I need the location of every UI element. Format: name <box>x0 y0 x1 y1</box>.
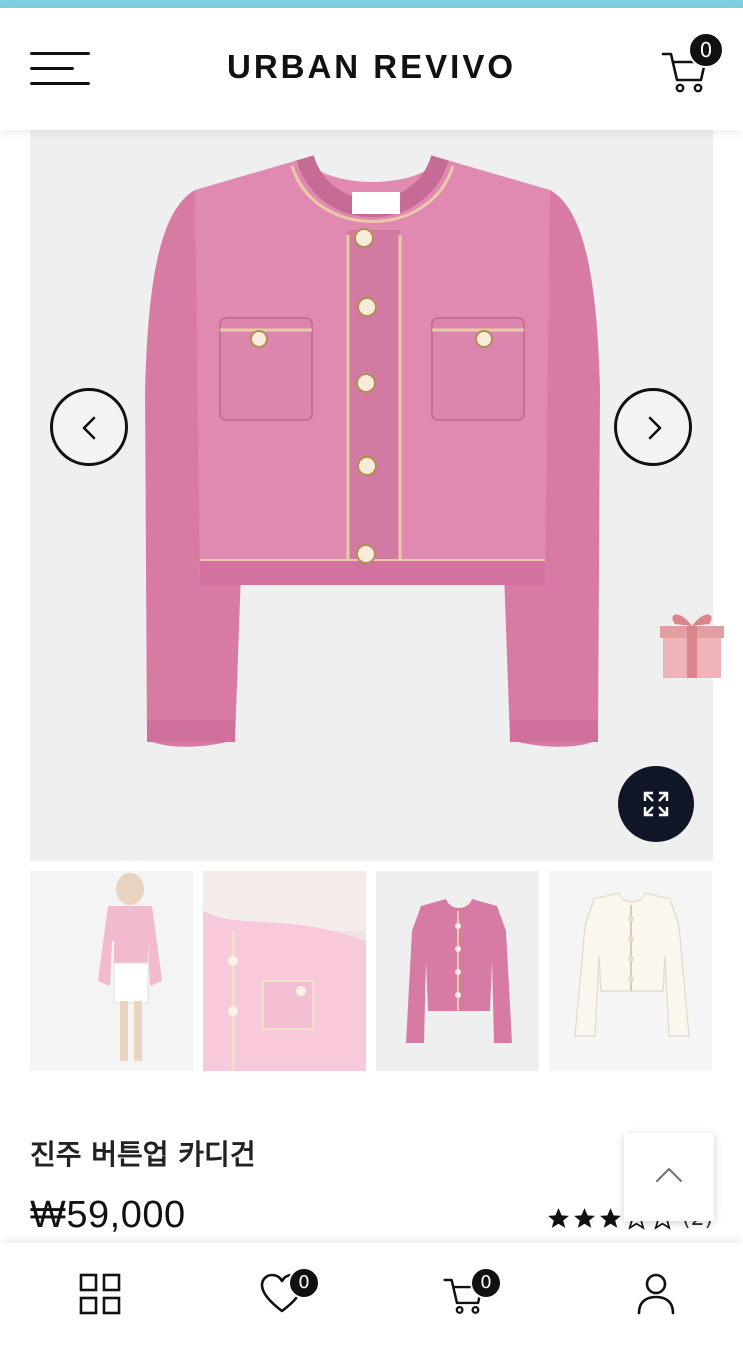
product-name: 진주 버튼업 카디건 <box>30 1138 256 1171</box>
expand-icon <box>643 791 669 817</box>
grid-icon <box>79 1273 121 1315</box>
nav-categories[interactable] <box>49 1243 149 1355</box>
thumbnail-2[interactable] <box>203 871 366 1071</box>
star-icon <box>548 1207 569 1228</box>
thumbnail-pink-cardigan-image <box>406 899 512 1043</box>
chevron-left-icon <box>82 416 96 440</box>
chevron-right-icon <box>648 416 662 440</box>
menu-icon <box>30 52 90 55</box>
top-accent-bar <box>0 0 743 8</box>
prev-image-button[interactable] <box>50 388 128 466</box>
menu-icon-line <box>30 67 74 70</box>
nav-account[interactable] <box>606 1243 706 1355</box>
thumbnail-strip <box>30 871 713 1071</box>
brand-logo[interactable]: URBAN REVIVO <box>227 48 516 85</box>
thumbnail-detail-image <box>203 871 366 1071</box>
header-cart-button[interactable]: 0 <box>660 32 724 98</box>
thumbnail-ivory-cardigan-image <box>574 892 690 1037</box>
bottom-navigation: 0 0 <box>0 1243 743 1355</box>
thumbnail-1[interactable] <box>30 871 193 1071</box>
zoom-button[interactable] <box>618 766 694 842</box>
scroll-to-top-button[interactable] <box>624 1133 714 1221</box>
thumbnail-3[interactable] <box>376 871 539 1071</box>
cardigan-image <box>145 154 600 747</box>
nav-wishlist[interactable]: 0 <box>230 1243 330 1355</box>
bottom-cart-count-badge: 0 <box>470 1267 502 1299</box>
menu-button[interactable] <box>30 52 90 86</box>
nav-cart[interactable]: 0 <box>412 1243 512 1355</box>
gift-icon <box>660 614 724 678</box>
product-main-image[interactable] <box>30 130 713 861</box>
star-icon <box>574 1207 595 1228</box>
cart-count-badge: 0 <box>688 32 724 68</box>
chevron-up-icon <box>655 1167 683 1183</box>
thumbnail-model-image <box>98 873 162 1061</box>
gift-button[interactable] <box>657 604 727 684</box>
menu-icon-line <box>30 82 90 85</box>
next-image-button[interactable] <box>614 388 692 466</box>
wishlist-count-badge: 0 <box>288 1267 320 1299</box>
product-price: ₩59,000 <box>30 1194 186 1236</box>
star-icon <box>600 1207 621 1228</box>
thumbnail-4[interactable] <box>549 871 712 1071</box>
site-header: URBAN REVIVO 0 <box>0 8 743 130</box>
user-icon <box>637 1273 675 1315</box>
